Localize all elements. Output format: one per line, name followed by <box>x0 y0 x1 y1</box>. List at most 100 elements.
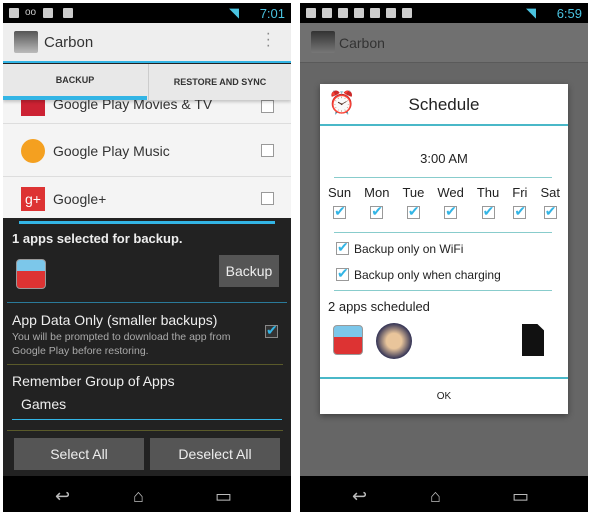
talk-icon <box>9 8 19 18</box>
wifi-label: Backup only on WiFi <box>354 242 464 256</box>
app-name: Google Play Movies & TV <box>53 98 213 112</box>
select-all-button[interactable]: Select All <box>14 438 144 470</box>
angry-birds-icon <box>16 259 46 289</box>
play-store-icon <box>43 8 53 18</box>
tab-backup[interactable]: BACKUP <box>3 64 147 100</box>
ok-button[interactable]: OK <box>320 379 568 414</box>
play-store-icon <box>386 8 396 18</box>
back-icon[interactable]: ↩ <box>55 486 70 507</box>
carbon-logo-icon <box>14 31 38 53</box>
left-phone: oo ◥ 7:01 Carbon · · · BACKUP RESTORE AND … <box>3 3 291 512</box>
recents-icon[interactable]: ▭ <box>512 486 529 507</box>
day-label: Wed <box>437 185 464 200</box>
play-store-icon <box>63 8 73 18</box>
action-bar: Carbon · · · <box>3 23 291 61</box>
sd-card-icon <box>522 324 544 356</box>
nav-bar: ↩ ⌂ ▭ <box>300 476 588 512</box>
day-label: Fri <box>512 185 528 200</box>
play-store-icon <box>402 8 412 18</box>
app-name: Google Play Music <box>53 143 170 159</box>
right-phone: ◥ 6:59 Carbon ⏰ Schedule 3:00 AM SunMonT… <box>300 3 588 512</box>
day-label: Mon <box>364 185 390 200</box>
app-checkbox[interactable] <box>261 100 274 113</box>
selected-count: 1 apps selected for backup. <box>12 231 183 246</box>
nav-bar: ↩ ⌂ ▭ <box>3 476 291 512</box>
day-label: Thu <box>476 185 500 200</box>
divider <box>7 364 283 365</box>
play-movies-icon <box>21 98 45 116</box>
voicemail-icon: oo <box>25 7 37 18</box>
action-bar: Carbon <box>300 23 588 63</box>
app-data-description: You will be prompted to download the app… <box>12 331 231 357</box>
carbon-logo-icon <box>311 31 335 53</box>
app-list: Google Play Movies & TV Google Play Musi… <box>3 98 291 218</box>
group-name-input[interactable]: Games <box>12 396 282 420</box>
day-mon: Mon <box>364 185 390 220</box>
day-selector: Sun Mon Tue Wed Thu Fri Sat <box>328 185 560 220</box>
status-bar: ◥ 6:59 <box>300 3 588 23</box>
play-music-icon <box>21 139 45 163</box>
day-checkbox[interactable] <box>444 203 458 220</box>
divider <box>7 302 287 303</box>
play-store-icon <box>370 8 380 18</box>
schedule-dialog: ⏰ Schedule 3:00 AM SunMonTueWedThuFriSat… <box>320 84 568 414</box>
day-sun: Sun <box>328 185 352 220</box>
divider <box>7 430 283 431</box>
back-icon[interactable]: ↩ <box>352 486 367 507</box>
divider <box>320 124 568 126</box>
progress-bar <box>19 221 275 224</box>
play-store-icon <box>322 8 332 18</box>
apps-scheduled-count: 2 apps scheduled <box>328 299 430 314</box>
recents-icon[interactable]: ▭ <box>215 486 232 507</box>
app-checkbox[interactable] <box>261 144 274 157</box>
clock: 6:59 <box>556 6 582 21</box>
divider <box>3 61 291 63</box>
day-sat: Sat <box>540 185 560 220</box>
play-store-icon <box>306 8 316 18</box>
list-item[interactable]: Google Play Music <box>3 125 291 177</box>
app-data-checkbox[interactable] <box>265 322 278 339</box>
home-icon[interactable]: ⌂ <box>133 486 144 507</box>
google-plus-icon: g+ <box>21 187 45 211</box>
day-checkbox[interactable] <box>513 203 527 220</box>
day-checkbox[interactable] <box>543 203 557 220</box>
list-item[interactable]: g+ Google+ <box>3 178 291 218</box>
remember-group-label: Remember Group of Apps <box>12 373 175 389</box>
divider <box>334 177 552 178</box>
day-checkbox[interactable] <box>481 203 495 220</box>
day-wed: Wed <box>437 185 464 220</box>
app-title: Carbon <box>44 34 94 51</box>
list-item[interactable]: Google Play Movies & TV <box>3 98 291 124</box>
home-icon[interactable]: ⌂ <box>430 486 441 507</box>
status-bar: oo ◥ 7:01 <box>3 3 291 23</box>
overflow-menu-icon[interactable]: · · · <box>266 26 271 54</box>
day-thu: Thu <box>476 185 500 220</box>
divider <box>334 290 552 291</box>
charging-checkbox[interactable] <box>336 265 349 282</box>
day-label: Sun <box>328 185 352 200</box>
charging-label: Backup only when charging <box>354 268 501 282</box>
backup-button[interactable]: Backup <box>219 255 279 287</box>
day-tue: Tue <box>402 185 425 220</box>
app-checkbox[interactable] <box>261 192 274 205</box>
wifi-icon: ◥ <box>526 5 536 20</box>
dialog-title: Schedule <box>408 95 480 114</box>
wifi-icon: ◥ <box>229 5 239 20</box>
wifi-checkbox[interactable] <box>336 239 349 256</box>
day-label: Sat <box>540 185 560 200</box>
day-fri: Fri <box>512 185 528 220</box>
app-avatar-icon <box>376 323 412 359</box>
app-title: Carbon <box>339 35 385 51</box>
tab-bar: BACKUP RESTORE AND SYNC <box>3 64 291 100</box>
app-name: Google+ <box>53 191 107 207</box>
day-checkbox[interactable] <box>333 203 347 220</box>
play-store-icon <box>338 8 348 18</box>
tab-restore-and-sync[interactable]: RESTORE AND SYNC <box>148 64 291 100</box>
clock: 7:01 <box>259 6 285 21</box>
day-checkbox[interactable] <box>370 203 384 220</box>
divider <box>334 232 552 233</box>
day-checkbox[interactable] <box>406 203 420 220</box>
deselect-all-button[interactable]: Deselect All <box>150 438 280 470</box>
time-picker[interactable]: 3:00 AM <box>320 151 568 166</box>
day-label: Tue <box>402 185 425 200</box>
